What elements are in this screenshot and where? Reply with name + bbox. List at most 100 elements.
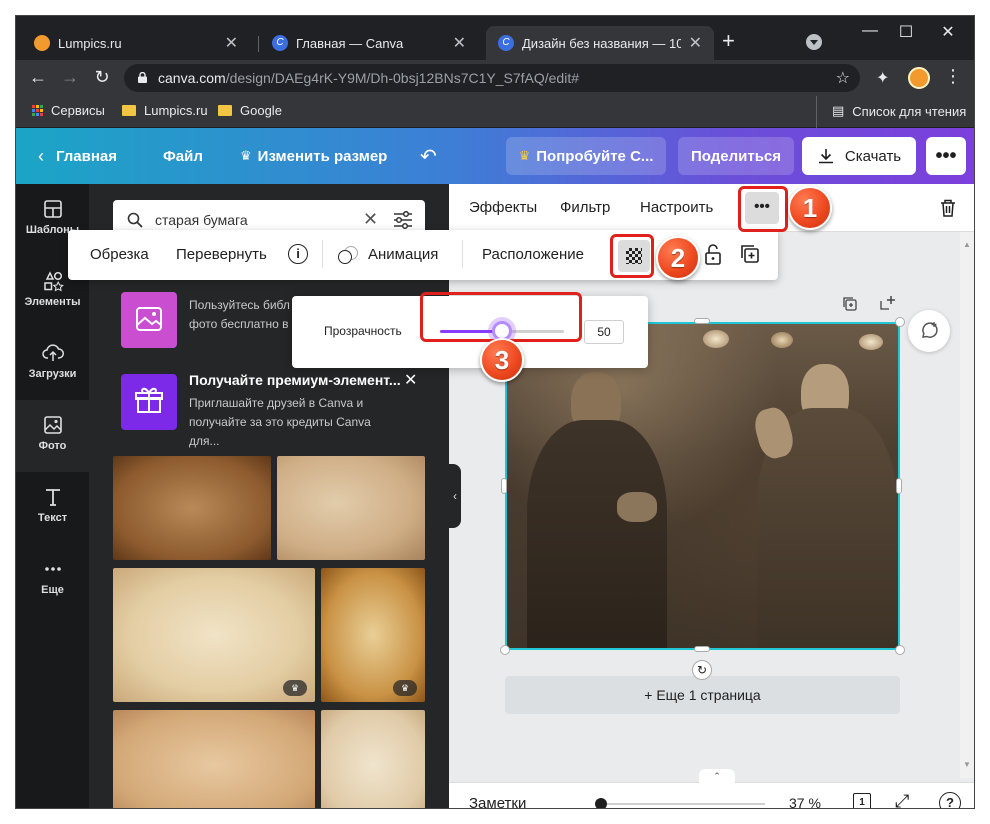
reload-icon[interactable]: ↻ bbox=[90, 67, 114, 88]
download-button[interactable]: Скачать bbox=[802, 137, 916, 175]
promo-premium[interactable]: Получайте премиум-элемент... Приглашайте… bbox=[121, 370, 417, 448]
rail-item-uploads[interactable]: Загрузки bbox=[16, 328, 89, 400]
clear-search-icon[interactable]: ✕ bbox=[363, 209, 378, 230]
info-icon[interactable]: i bbox=[288, 244, 308, 264]
zoom-slider-thumb[interactable] bbox=[595, 798, 607, 808]
address-bar[interactable]: canva.com/design/DAEg4rK-Y9M/Dh-0bsj12BN… bbox=[124, 64, 860, 92]
bookmarks-bar: Сервисы Lumpics.ru Google ▤ Список для ч… bbox=[16, 96, 974, 128]
trash-icon[interactable] bbox=[939, 198, 957, 218]
page-count-icon[interactable]: 1 bbox=[853, 793, 871, 808]
fullscreen-icon[interactable]: ⤢ bbox=[895, 791, 909, 808]
highlight-transparency-button bbox=[610, 234, 654, 278]
apps-grid-icon bbox=[32, 105, 43, 116]
resize-handle[interactable] bbox=[501, 478, 507, 494]
download-label: Скачать bbox=[844, 147, 902, 165]
bookmark-label: Сервисы bbox=[51, 103, 105, 118]
tab-canva-design[interactable]: C Дизайн без названия — 1066 ✕ bbox=[486, 26, 714, 60]
extensions-icon[interactable]: ✦ bbox=[876, 68, 889, 88]
avatar[interactable] bbox=[908, 67, 930, 89]
resize-handle[interactable] bbox=[500, 645, 510, 655]
close-tab-icon[interactable]: ✕ bbox=[689, 33, 702, 53]
maximize-icon[interactable]: ☐ bbox=[886, 22, 926, 42]
bookmark-apps[interactable]: Сервисы bbox=[32, 103, 105, 118]
vintage-photo-image[interactable] bbox=[507, 324, 898, 648]
step-badge-3: 3 bbox=[480, 338, 524, 382]
step-badge-2: 2 bbox=[656, 236, 700, 280]
rail-label: Загрузки bbox=[28, 368, 77, 380]
resize-handle[interactable] bbox=[895, 645, 905, 655]
rail-item-more[interactable]: Еще bbox=[16, 544, 89, 616]
crown-icon: ♛ bbox=[240, 148, 252, 163]
duplicate-page-icon[interactable] bbox=[842, 296, 858, 312]
rail-item-text[interactable]: Текст bbox=[16, 472, 89, 544]
effects-button[interactable]: Эффекты bbox=[469, 199, 537, 216]
flip-button[interactable]: Перевернуть bbox=[176, 246, 267, 263]
rail-item-photos[interactable]: Фото bbox=[16, 400, 89, 472]
forward-icon[interactable]: → bbox=[58, 67, 82, 88]
chevron-up-icon[interactable]: ⌃ bbox=[699, 769, 735, 783]
try-pro-button[interactable]: ♛ Попробуйте C... bbox=[506, 137, 666, 175]
unlock-icon[interactable] bbox=[704, 244, 722, 266]
transparency-label: Прозрачность bbox=[324, 324, 402, 338]
design-page[interactable] bbox=[505, 322, 900, 650]
resize-button[interactable]: ♛ Изменить размер bbox=[240, 128, 387, 184]
filter-button[interactable]: Фильтр bbox=[560, 199, 610, 216]
resize-handle[interactable] bbox=[895, 317, 905, 327]
zoom-slider-track[interactable] bbox=[595, 798, 765, 808]
bookmark-label: Lumpics.ru bbox=[144, 103, 208, 118]
reading-list[interactable]: ▤ Список для чтения bbox=[832, 103, 966, 119]
upload-icon bbox=[41, 344, 64, 361]
more-options-icon[interactable]: ••• bbox=[926, 137, 966, 175]
rotate-icon[interactable]: ↻ bbox=[692, 660, 712, 680]
notes-button[interactable]: Заметки bbox=[469, 795, 526, 808]
animate-button[interactable]: Анимация bbox=[368, 246, 438, 263]
resize-handle[interactable] bbox=[896, 478, 902, 494]
close-tab-icon[interactable]: ✕ bbox=[453, 33, 466, 53]
crop-button[interactable]: Обрезка bbox=[90, 246, 149, 263]
paper-thumbnail[interactable] bbox=[113, 710, 315, 808]
person-hand-left bbox=[617, 492, 657, 522]
text-icon bbox=[45, 489, 60, 506]
browser-menu-icon[interactable]: ⋮ bbox=[944, 66, 962, 87]
share-button[interactable]: Поделиться bbox=[678, 137, 794, 175]
duplicate-icon[interactable] bbox=[740, 244, 760, 264]
help-icon[interactable]: ? bbox=[939, 792, 961, 808]
lamp-decoration bbox=[859, 334, 883, 350]
undo-icon[interactable]: ↶ bbox=[420, 128, 437, 184]
resize-handle[interactable] bbox=[694, 318, 710, 324]
photo-icon bbox=[43, 416, 62, 434]
tab-search-icon[interactable] bbox=[806, 34, 822, 50]
close-tab-icon[interactable]: ✕ bbox=[225, 33, 238, 53]
filter-icon[interactable] bbox=[393, 211, 413, 229]
minimize-icon[interactable]: — bbox=[850, 22, 890, 40]
add-page-icon[interactable] bbox=[878, 294, 896, 312]
paper-thumbnail[interactable] bbox=[113, 456, 271, 560]
add-page-button[interactable]: + Еще 1 страница bbox=[505, 676, 900, 714]
new-tab-button[interactable]: + bbox=[722, 28, 735, 54]
zoom-level[interactable]: 37 % bbox=[789, 795, 821, 808]
paper-thumbnail[interactable] bbox=[277, 456, 425, 560]
comment-icon bbox=[922, 322, 938, 338]
bookmark-lumpics[interactable]: Lumpics.ru bbox=[122, 103, 208, 118]
tab-canva-home[interactable]: C Главная — Canva ✕ bbox=[260, 26, 478, 60]
back-icon[interactable]: ← bbox=[26, 67, 50, 88]
bookmark-star-icon[interactable]: ☆ bbox=[836, 68, 850, 88]
adjust-button[interactable]: Настроить bbox=[640, 199, 713, 216]
close-promo-icon[interactable]: ✕ bbox=[404, 370, 417, 390]
close-window-icon[interactable]: ✕ bbox=[928, 22, 968, 42]
file-menu-button[interactable]: Файл bbox=[163, 128, 203, 184]
paper-thumbnail[interactable]: ♛ bbox=[321, 568, 425, 702]
home-button[interactable]: ‹ Главная bbox=[38, 128, 117, 184]
tab-lumpics[interactable]: Lumpics.ru ✕ bbox=[22, 26, 250, 60]
collapse-panel-handle[interactable]: ‹ bbox=[449, 464, 461, 528]
position-button[interactable]: Расположение bbox=[482, 246, 584, 263]
tab-bar: Lumpics.ru ✕ C Главная — Canva ✕ C Дизай… bbox=[16, 16, 974, 60]
transparency-value-input[interactable]: 50 bbox=[584, 320, 624, 344]
comment-button[interactable] bbox=[908, 310, 950, 352]
chevron-left-icon: ‹ bbox=[38, 145, 44, 166]
paper-thumbnail[interactable]: ♛ bbox=[113, 568, 315, 702]
resize-handle[interactable] bbox=[694, 646, 710, 652]
paper-thumbnail[interactable] bbox=[321, 710, 425, 808]
bookmark-google[interactable]: Google bbox=[218, 103, 282, 118]
vertical-scrollbar[interactable]: ▲ ▼ bbox=[960, 232, 974, 778]
